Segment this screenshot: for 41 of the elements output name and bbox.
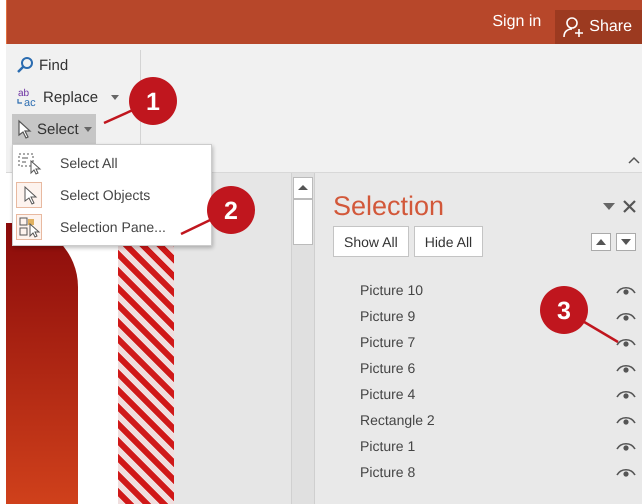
pane-title: Selection [333, 191, 446, 222]
ribbon-button[interactable]: Select [12, 114, 96, 144]
share-button[interactable]: Share [555, 10, 642, 44]
pane-button[interactable]: Hide All [414, 226, 484, 257]
object-name[interactable]: Picture 8 [360, 464, 416, 480]
object-name[interactable]: Picture 1 [360, 438, 416, 454]
menu-item[interactable]: Selection Pane... [13, 211, 211, 243]
scroll-thumb[interactable] [293, 199, 313, 245]
eye-icon[interactable] [616, 363, 636, 373]
person-add-icon [563, 16, 586, 38]
eye-icon[interactable] [616, 337, 636, 347]
eye-icon[interactable] [616, 415, 636, 425]
step-callout: 3 [540, 286, 619, 344]
eye-icon[interactable] [616, 441, 636, 451]
step-callout: 2 [180, 186, 255, 236]
search-icon [16, 56, 34, 74]
step-callout: 1 [103, 77, 177, 125]
close-icon[interactable] [623, 200, 636, 213]
cursor-icon [16, 119, 32, 139]
object-name[interactable]: Picture 6 [360, 360, 416, 376]
move-up-icon[interactable] [591, 232, 611, 250]
scroll-bar[interactable] [291, 173, 314, 504]
eye-icon[interactable] [616, 389, 636, 399]
scroll-up-icon[interactable] [293, 177, 313, 199]
selection-pane-icon [16, 214, 42, 240]
object-name[interactable]: Picture 4 [360, 386, 416, 402]
object-name[interactable]: Picture 7 [360, 334, 416, 350]
ribbon-button[interactable]: Find [12, 50, 72, 80]
collapse-ribbon-icon[interactable] [628, 156, 640, 164]
object-name[interactable]: Picture 9 [360, 308, 416, 324]
sign-in-link[interactable]: Sign in [492, 13, 542, 31]
object-name[interactable]: Picture 10 [360, 282, 424, 298]
object-name[interactable]: Rectangle 2 [360, 412, 435, 428]
pane-button[interactable]: Show All [333, 226, 409, 257]
eye-icon[interactable] [616, 467, 636, 477]
cursor-icon [16, 182, 42, 208]
menu-item[interactable]: Select All [13, 147, 211, 179]
move-down-icon[interactable] [616, 232, 636, 250]
eye-icon[interactable] [616, 285, 636, 295]
eye-icon[interactable] [616, 311, 636, 321]
dropdown-icon[interactable] [603, 202, 615, 210]
